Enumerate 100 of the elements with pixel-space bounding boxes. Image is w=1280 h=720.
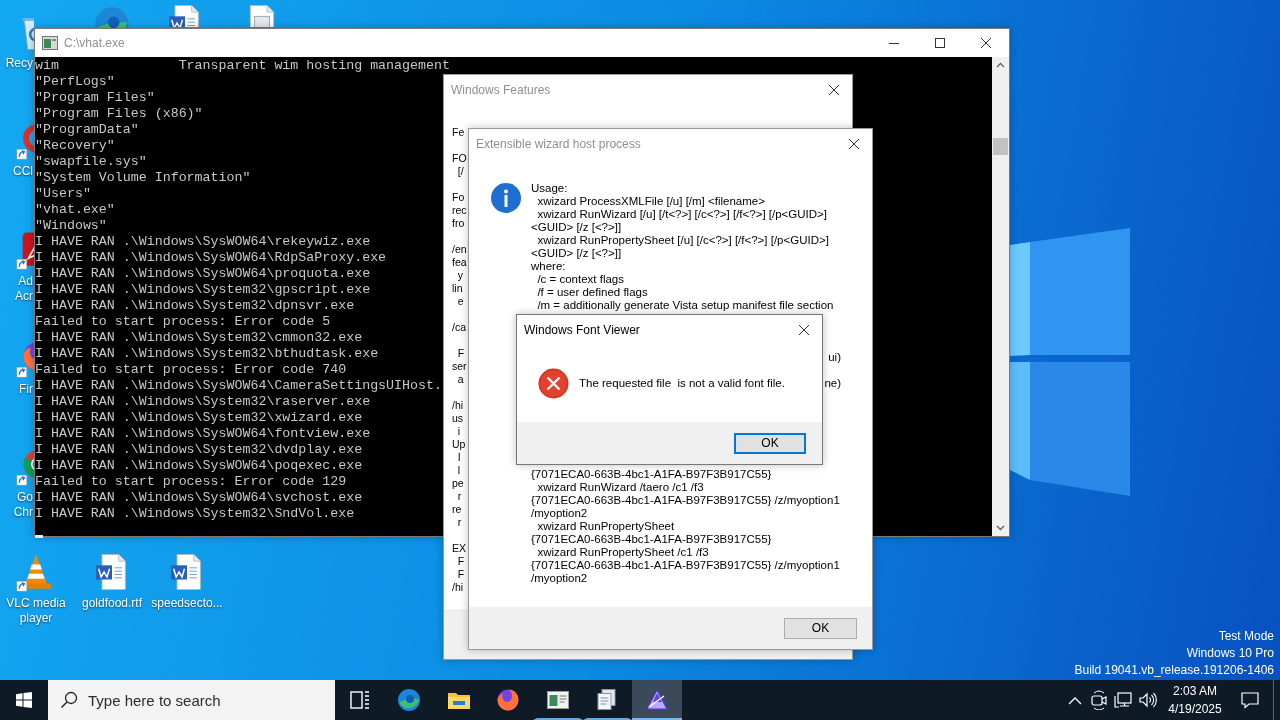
volume-icon: [1137, 690, 1157, 710]
help-text-line: pe: [452, 477, 464, 490]
help-text-line: FO: [452, 152, 467, 165]
console-line: Failed to start process: Error code 129: [35, 474, 347, 490]
console-app-icon: [42, 36, 58, 50]
system-info-text: Windows 10 Pro: [1185, 645, 1274, 662]
console-line: "swapfile.sys": [35, 154, 147, 170]
usage-text-line: /f = user defined flags: [536, 286, 649, 299]
console-line: Failed to start process: Error code 740: [35, 362, 347, 378]
icon-label[interactable]: Go: [17, 490, 33, 505]
help-text-line: l: [456, 464, 461, 477]
info-icon: [491, 183, 521, 213]
help-text-line: Up: [452, 438, 466, 451]
notification-icon: [1240, 690, 1260, 710]
console-line: I HAVE RAN .\Windows\System32\cmmon32.exe: [35, 330, 363, 346]
help-text-line: /hi: [452, 399, 464, 412]
clock-time: 2:03 AM: [1173, 683, 1217, 700]
usage-text-line: ne): [824, 377, 841, 389]
icon-label[interactable]: speedsecto...: [151, 596, 223, 611]
maximize-icon: [934, 37, 946, 49]
help-text-line: F: [456, 568, 465, 581]
help-text-line: fro: [452, 217, 465, 230]
help-text-line: /hi: [452, 581, 464, 594]
console-line: I HAVE RAN .\Windows\System32\dvdplay.exe: [35, 442, 363, 458]
usage-text-line: xwizard RunWizard /taero /c1 /f3: [536, 481, 705, 494]
clock[interactable]: 2:03 AM 4/19/2025: [1159, 680, 1231, 720]
console-line: "Recovery": [35, 138, 115, 154]
console-line: "System Volume Information": [35, 170, 251, 186]
usage-text-line: <GUID> [/z [<?>]]: [531, 247, 623, 260]
camera-icon: [1089, 690, 1109, 710]
scroll-thumb[interactable]: [993, 138, 1008, 155]
help-text-line: Fo: [452, 191, 465, 204]
icon-label[interactable]: goldfood.rtf: [81, 596, 142, 611]
icon-label[interactable]: player: [19, 611, 53, 626]
help-text-line: F: [456, 347, 465, 360]
icon-label[interactable]: Chr: [13, 505, 33, 520]
console-line: "Windows": [35, 218, 107, 234]
help-text-line: [/: [456, 165, 464, 178]
console-line: I HAVE RAN .\Windows\System32\SndVol.exe: [35, 506, 355, 522]
console-line: I HAVE RAN .\Windows\System32\raserver.exe: [35, 394, 371, 410]
help-text-line: I: [456, 451, 461, 464]
windows-logo-icon: [16, 692, 32, 708]
icon-label[interactable]: CCl: [13, 164, 33, 179]
console-line: I HAVE RAN .\Windows\SysWOW64\fontview.exe: [35, 426, 371, 442]
help-text-line: /ca: [452, 321, 466, 334]
usage-text-line: xwizard RunPropertySheet: [536, 520, 676, 533]
console-line: "Program Files": [35, 90, 155, 106]
application-window-icon: [545, 688, 570, 712]
usage-text-line: Usage:: [531, 182, 569, 195]
icon-label[interactable]: Ad: [18, 274, 33, 289]
usage-text-line: {7071ECA0-663B-4bc1-A1FA-B97F3B917C55} /z/myoption1: [531, 559, 841, 572]
help-text-line: a: [456, 373, 464, 386]
icon-label[interactable]: VLC media: [6, 596, 66, 611]
usage-text-line: <GUID> [/z [<?>]]: [531, 221, 623, 234]
usage-text-line: xwizard RunWizard [/u] [/t<?>] [/c<?>] [/f<?>] [/p<GUID>]: [536, 208, 828, 221]
help-text-line: r: [456, 516, 462, 529]
console-line: I HAVE RAN .\Windows\System32\gpscript.exe: [35, 282, 371, 298]
icon-label[interactable]: Fir: [19, 382, 33, 397]
ok-button[interactable]: OK: [734, 432, 806, 454]
search-field[interactable]: Type here to search: [48, 680, 335, 720]
ok-button[interactable]: OK: [784, 617, 857, 639]
close-icon: [980, 37, 992, 49]
console-line: "ProgramData": [35, 122, 139, 138]
error-message: The requested file is not a valid font file.: [579, 377, 785, 389]
usage-text-line: where:: [531, 260, 567, 273]
icon-label[interactable]: Recy: [5, 56, 33, 71]
console-line: I HAVE RAN .\Windows\System32\xwizard.exe: [35, 410, 363, 426]
console-line: I HAVE RAN .\Windows\SysWOW64\svchost.exe: [35, 490, 363, 506]
help-text-line: y: [456, 269, 464, 282]
usage-text-line: {7071ECA0-663B-4bc1-A1FA-B97F3B917C55} /z/myoption1: [531, 494, 841, 507]
help-text-line: fea: [452, 256, 467, 269]
search-icon: [60, 691, 78, 709]
usage-text-line: ui): [828, 351, 841, 363]
icon-label[interactable]: Acr: [15, 289, 33, 304]
help-text-line: e: [456, 295, 464, 308]
help-text-line: re: [452, 503, 462, 516]
text-cursor: [35, 535, 43, 538]
console-line: Failed to start process: Error code 5: [35, 314, 331, 330]
help-text-line: i: [456, 425, 461, 438]
window-title: Windows Features: [451, 82, 551, 97]
help-text-line: F: [456, 555, 465, 568]
console-line: I HAVE RAN .\Windows\SysWOW64\RdpSaProxy.exe: [35, 250, 387, 266]
task-view-icon: [347, 688, 372, 712]
console-line: I HAVE RAN .\Windows\SysWOW64\poqexec.exe: [35, 458, 363, 474]
close-icon: [798, 323, 810, 336]
clock-date: 4/19/2025: [1168, 701, 1222, 718]
usage-text-line: /m = additionally generate Vista setup manifest file section: [536, 299, 835, 312]
network-icon: [1113, 690, 1133, 710]
usage-text-line: xwizard ProcessXMLFile [/u] [/m] <filename>: [536, 195, 766, 208]
help-text-line: rec: [452, 204, 467, 217]
close-icon: [828, 83, 840, 96]
window-title: Extensible wizard host process: [476, 136, 641, 151]
edge-icon: [397, 688, 422, 712]
help-text-line: /en: [452, 243, 467, 256]
error-icon: [538, 367, 569, 399]
help-text-line: us: [452, 412, 464, 425]
console-line: I HAVE RAN .\Windows\SysWOW64\proquota.exe: [35, 266, 371, 282]
scroll-bar[interactable]: [992, 57, 1009, 536]
console-line: I HAVE RAN .\Windows\System32\dpnsvr.exe: [35, 298, 355, 314]
system-info-text: Test Mode: [1217, 628, 1274, 645]
